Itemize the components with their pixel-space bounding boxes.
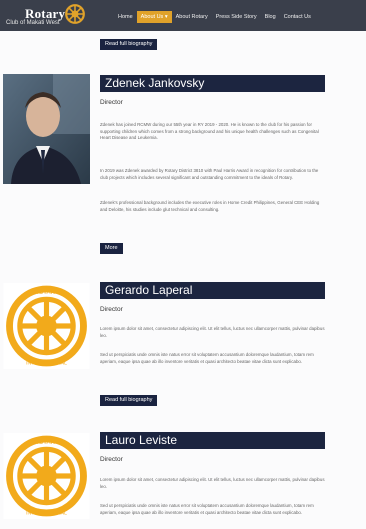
- page: Rotary Club of Makati West Home About Us…: [0, 0, 366, 529]
- svg-text:INTERNATIONAL: INTERNATIONAL: [26, 361, 67, 367]
- rotary-wheel-icon: ROTARY INTERNATIONAL: [3, 433, 90, 519]
- member-name-bar: Zdenek Jankovsky: [100, 75, 325, 92]
- member-name-bar: Lauro Leviste: [100, 432, 325, 449]
- nav-about-us[interactable]: About Us ▾: [136, 11, 172, 23]
- member-bio-paragraph: Sed ut perspiciatis unde omnis iste natu…: [100, 352, 314, 364]
- read-biography-button[interactable]: Read full biography: [100, 39, 158, 50]
- member-bio-paragraph: Lorem ipsum dolor sit amet, consectetur …: [100, 326, 325, 338]
- nav-blog[interactable]: Blog: [261, 11, 280, 23]
- member-bio-paragraph: In 2019 was Zdenek awarded by Rotary Dis…: [100, 168, 319, 180]
- svg-text:INTERNATIONAL: INTERNATIONAL: [26, 511, 67, 517]
- brand-logo[interactable]: Rotary Club of Makati West: [6, 3, 90, 29]
- member-photo: [3, 74, 90, 184]
- member-bio-paragraph: Lorem ipsum dolor sit amet, consectetur …: [100, 477, 325, 489]
- more-button[interactable]: More: [100, 243, 123, 254]
- member-name: Zdenek Jankovsky: [105, 76, 205, 90]
- member-name: Lauro Leviste: [105, 433, 178, 447]
- nav-press-side-story[interactable]: Press Side Story: [212, 11, 261, 23]
- member-name-bar: Gerardo Laperal: [100, 282, 325, 299]
- svg-text:ROTARY: ROTARY: [34, 290, 59, 296]
- nav-about-rotary[interactable]: About Rotary: [172, 11, 212, 23]
- read-biography-button[interactable]: Read full biography: [100, 395, 158, 406]
- member-role: Director: [100, 456, 123, 463]
- top-navigation-bar: Rotary Club of Makati West Home About Us…: [0, 0, 366, 31]
- member-bio-paragraph: Zdenek has joined RCMW during our 55th y…: [100, 122, 319, 140]
- member-bio-paragraph: Zdenek's professional background include…: [100, 200, 320, 212]
- svg-text:ROTARY: ROTARY: [34, 440, 59, 446]
- rotary-wheel-icon: [65, 4, 85, 24]
- member-role: Director: [100, 306, 123, 313]
- nav-home[interactable]: Home: [114, 11, 137, 23]
- main-nav: Home About Us ▾ About Rotary Press Side …: [114, 11, 315, 23]
- nav-contact-us[interactable]: Contact Us: [280, 11, 315, 23]
- member-bio-paragraph: Sed ut perspiciatis unde omnis iste natu…: [100, 503, 314, 515]
- brand-subtitle: Club of Makati West: [6, 20, 60, 26]
- rotary-wheel-icon: ROTARY INTERNATIONAL: [3, 283, 90, 369]
- member-role: Director: [100, 99, 123, 106]
- member-name: Gerardo Laperal: [105, 283, 193, 297]
